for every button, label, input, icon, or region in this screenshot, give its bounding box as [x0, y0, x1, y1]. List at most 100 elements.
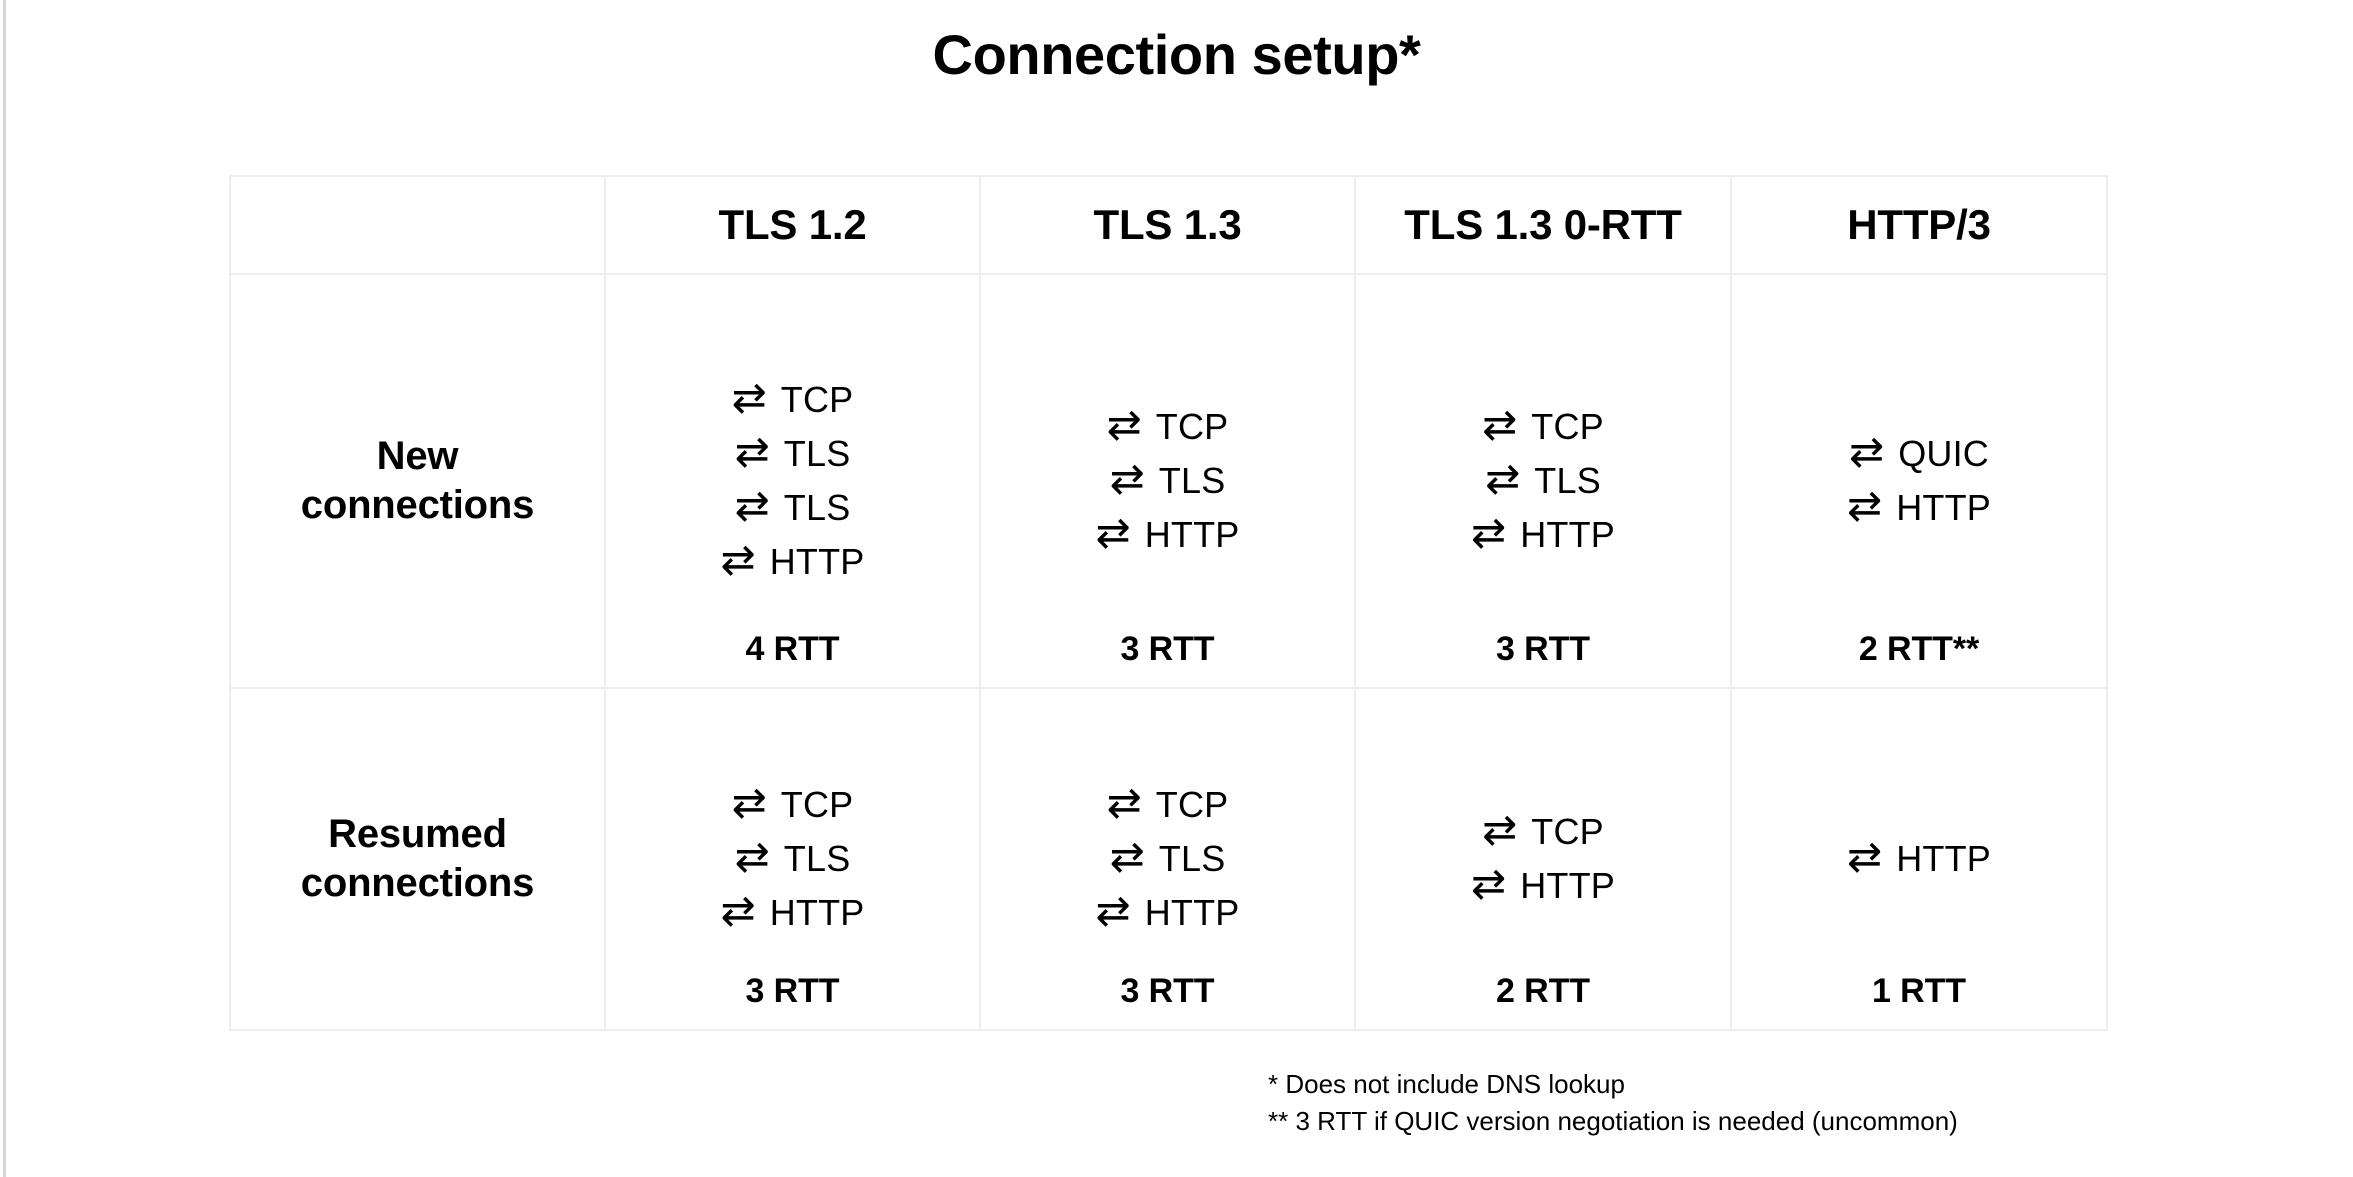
column-header-tls13: TLS 1.3: [979, 175, 1356, 275]
bidirectional-arrow-icon: ⇄: [1848, 427, 1885, 476]
bidirectional-arrow-icon: ⇄: [734, 427, 770, 476]
protocol-label: HTTP: [1144, 514, 1240, 555]
handshake-step-list: ⇄ TCP ⇄ TLS ⇄ TLS ⇄ HTTP: [606, 373, 979, 584]
rtt-total: 1 RTT: [1872, 972, 1966, 1010]
handshake-step: ⇄ TLS: [734, 427, 851, 476]
row-label-line-1: Resumed: [328, 812, 507, 857]
connection-setup-table-wrapper: TLS 1.2 TLS 1.3 TLS 1.3 0-RTT HTTP/3 New…: [229, 175, 2108, 1031]
bidirectional-arrow-icon: ⇄: [1109, 832, 1145, 881]
bidirectional-arrow-icon: ⇄: [1109, 454, 1145, 503]
row-label-line-2: connections: [300, 483, 535, 527]
handshake-step: ⇄ TLS: [734, 481, 851, 530]
row-label-line-1: New: [376, 434, 459, 479]
row-label-resumed-connections: Resumed connections: [229, 687, 606, 1031]
handshake-step: ⇄ TLS: [734, 832, 851, 881]
bidirectional-arrow-icon: ⇄: [734, 481, 770, 530]
bidirectional-arrow-icon: ⇄: [1471, 859, 1507, 908]
protocol-label: TCP: [1531, 406, 1604, 447]
bidirectional-arrow-icon: ⇄: [734, 832, 770, 881]
bidirectional-arrow-icon: ⇄: [720, 535, 756, 584]
slide-left-edge-rule: [3, 0, 6, 1177]
bidirectional-arrow-icon: ⇄: [1847, 832, 1883, 881]
cell-resumed-tls13-0rtt: ⇄ TCP ⇄ HTTP 2 RTT: [1354, 687, 1732, 1031]
protocol-label: TCP: [1155, 784, 1229, 825]
handshake-step: ⇄ HTTP: [1095, 508, 1240, 557]
bidirectional-arrow-icon: ⇄: [1482, 805, 1518, 854]
protocol-label: TLS: [783, 487, 851, 528]
table-row: New connections ⇄ TCP ⇄ TLS ⇄ TLS ⇄ HTTP…: [229, 273, 2108, 689]
handshake-step: ⇄ TLS: [1109, 832, 1226, 881]
handshake-step: ⇄ HTTP: [1095, 886, 1240, 935]
handshake-step: ⇄ HTTP: [1847, 832, 1991, 881]
column-header-tls13-0rtt: TLS 1.3 0-RTT: [1354, 175, 1732, 275]
protocol-label: HTTP: [1896, 838, 1991, 879]
bidirectional-arrow-icon: ⇄: [720, 886, 756, 935]
rtt-total: 2 RTT: [1496, 972, 1590, 1010]
bidirectional-arrow-icon: ⇄: [1482, 400, 1518, 449]
handshake-step-list: ⇄ TCP ⇄ HTTP: [1356, 805, 1730, 908]
footnote-quic-version-negotiation: ** 3 RTT if QUIC version negotiation is …: [1268, 1105, 1958, 1136]
cell-resumed-tls13: ⇄ TCP ⇄ TLS ⇄ HTTP 3 RTT: [979, 687, 1356, 1031]
handshake-step: ⇄ TLS: [1485, 458, 1601, 502]
row-label-line-2: connections: [300, 861, 535, 905]
rtt-total: 2 RTT**: [1858, 630, 1980, 668]
table-header-row: TLS 1.2 TLS 1.3 TLS 1.3 0-RTT HTTP/3: [229, 175, 2108, 275]
table-row: Resumed connections ⇄ TCP ⇄ TLS ⇄ HTTP 3…: [229, 687, 2108, 1031]
slide-canvas: Connection setup* TLS 1.2 TLS 1.3 TLS 1.…: [0, 0, 2353, 1177]
protocol-label: HTTP: [769, 892, 865, 933]
handshake-step-list: ⇄ TCP ⇄ TLS ⇄ HTTP: [1356, 400, 1730, 557]
bidirectional-arrow-icon: ⇄: [1106, 778, 1142, 827]
bidirectional-arrow-icon: ⇄: [1095, 508, 1131, 557]
protocol-label: HTTP: [1520, 514, 1615, 555]
column-header-tls12: TLS 1.2: [604, 175, 981, 275]
bidirectional-arrow-icon: ⇄: [731, 373, 767, 422]
handshake-step: ⇄ HTTP: [720, 535, 865, 584]
page-title: Connection setup*: [932, 23, 1421, 86]
cell-new-tls12: ⇄ TCP ⇄ TLS ⇄ TLS ⇄ HTTP 4 RTT: [604, 273, 981, 689]
protocol-label: TCP: [1155, 406, 1229, 447]
protocol-label: TLS: [1534, 460, 1601, 501]
protocol-label: TLS: [783, 433, 851, 474]
column-header-http3: HTTP/3: [1730, 175, 2108, 275]
protocol-label: TLS: [783, 838, 851, 879]
cell-new-tls13-0rtt: ⇄ TCP ⇄ TLS ⇄ HTTP 3 RTT: [1354, 273, 1732, 689]
row-label-new-connections: New connections: [229, 273, 606, 689]
bidirectional-arrow-icon: ⇄: [1471, 508, 1507, 557]
protocol-label: TLS: [1158, 460, 1226, 501]
handshake-step: ⇄ TLS: [1109, 454, 1226, 503]
protocol-label: HTTP: [769, 541, 865, 582]
cell-resumed-tls12: ⇄ TCP ⇄ TLS ⇄ HTTP 3 RTT: [604, 687, 981, 1031]
handshake-step: ⇄ QUIC: [1848, 427, 1989, 476]
handshake-step-list: ⇄ QUIC ⇄ HTTP: [1732, 427, 2106, 530]
table-corner-cell: [229, 175, 606, 275]
handshake-step: ⇄ HTTP: [720, 886, 865, 935]
handshake-step-list: ⇄ TCP ⇄ TLS ⇄ HTTP: [981, 400, 1354, 557]
handshake-step: ⇄ TCP: [1482, 400, 1604, 449]
protocol-label: TCP: [780, 379, 854, 420]
handshake-step: ⇄ HTTP: [1471, 859, 1615, 908]
handshake-step: ⇄ TCP: [731, 373, 854, 422]
protocol-label: QUIC: [1898, 433, 1989, 474]
handshake-step-list: ⇄ HTTP: [1732, 832, 2106, 881]
rtt-total: 4 RTT: [745, 630, 840, 668]
connection-setup-table: TLS 1.2 TLS 1.3 TLS 1.3 0-RTT HTTP/3 New…: [229, 175, 2108, 1031]
handshake-step-list: ⇄ TCP ⇄ TLS ⇄ HTTP: [981, 778, 1354, 935]
handshake-step: ⇄ HTTP: [1847, 481, 1991, 530]
bidirectional-arrow-icon: ⇄: [1095, 886, 1131, 935]
handshake-step: ⇄ TCP: [731, 778, 854, 827]
footnotes: * Does not include DNS lookup ** 3 RTT i…: [1268, 1066, 1958, 1140]
bidirectional-arrow-icon: ⇄: [1106, 400, 1142, 449]
bidirectional-arrow-icon: ⇄: [1847, 481, 1883, 530]
cell-new-tls13: ⇄ TCP ⇄ TLS ⇄ HTTP 3 RTT: [979, 273, 1356, 689]
cell-resumed-http3: ⇄ HTTP 1 RTT: [1730, 687, 2108, 1031]
rtt-total: 3 RTT: [1120, 630, 1215, 668]
footnote-dns-lookup: * Does not include DNS lookup: [1268, 1069, 1625, 1099]
handshake-step: ⇄ TCP: [1482, 805, 1604, 854]
rtt-total: 3 RTT: [745, 972, 840, 1010]
protocol-label: TCP: [780, 784, 854, 825]
handshake-step: ⇄ TCP: [1106, 778, 1229, 827]
cell-new-http3: ⇄ QUIC ⇄ HTTP 2 RTT**: [1730, 273, 2108, 689]
handshake-step: ⇄ TCP: [1106, 400, 1229, 449]
bidirectional-arrow-icon: ⇄: [731, 778, 767, 827]
rtt-total: 3 RTT: [1120, 972, 1215, 1010]
